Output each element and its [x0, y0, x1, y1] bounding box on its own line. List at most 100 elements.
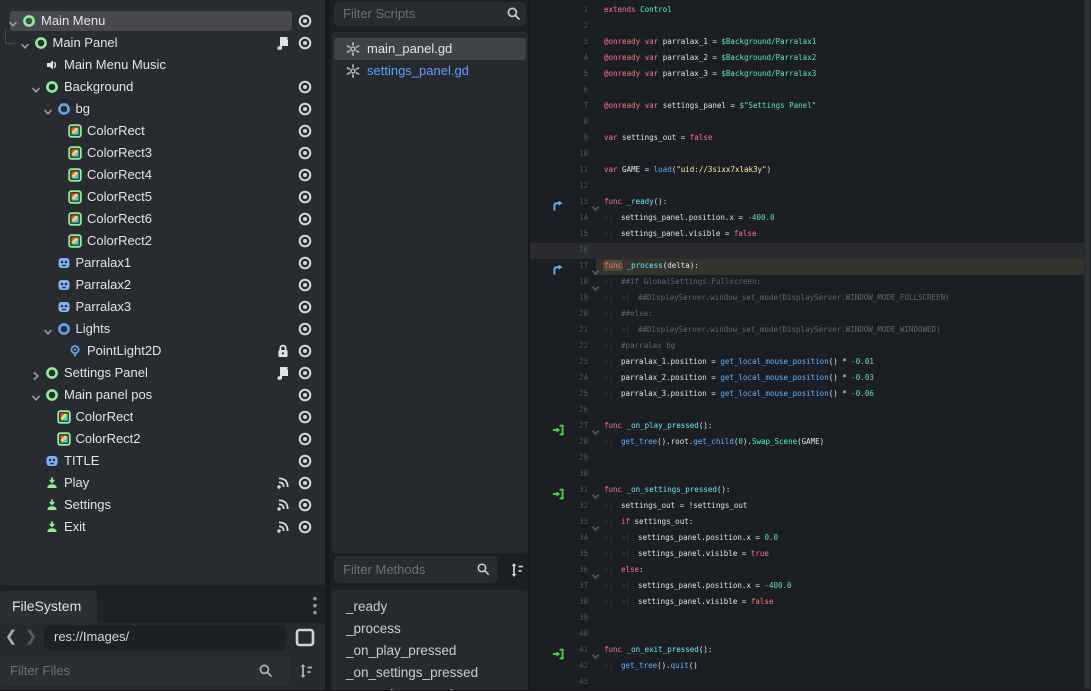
code-line-7[interactable]: 7@onready var settings_panel = $"Setting… [530, 99, 1091, 115]
code-fold-chevron-icon[interactable] [591, 486, 600, 495]
tree-collapse-chevron-icon[interactable] [43, 324, 53, 334]
code-line-22[interactable]: 22»|#parralax bg [530, 339, 1091, 355]
visibility-eye-icon[interactable] [297, 453, 313, 469]
code-line-6[interactable]: 6 [530, 83, 1091, 99]
code-line-23[interactable]: 23»|parralax_1.position = get_local_mous… [530, 355, 1091, 371]
tree-row-main-panel-pos[interactable]: Main panel pos [0, 384, 325, 406]
script-item-main_panel.gd[interactable]: main_panel.gd [334, 38, 526, 60]
filter-scripts-input[interactable]: Filter Scripts [334, 2, 526, 26]
method-item-_process[interactable]: _process [334, 618, 526, 640]
method-item-_ready[interactable]: _ready [334, 596, 526, 618]
visibility-eye-icon[interactable] [297, 189, 313, 205]
visibility-eye-icon[interactable] [297, 211, 313, 227]
tree-collapse-chevron-icon[interactable] [31, 390, 41, 400]
code-fold-chevron-icon[interactable] [591, 262, 600, 271]
code-fold-chevron-icon[interactable] [591, 278, 600, 287]
visibility-eye-icon[interactable] [297, 79, 313, 95]
tree-row-main-panel[interactable]: Main Panel [0, 32, 325, 54]
code-line-10[interactable]: 10 [530, 147, 1091, 163]
code-line-42[interactable]: 42»|get_tree().quit() [530, 659, 1091, 675]
visibility-eye-icon[interactable] [297, 431, 313, 447]
tree-row-pointlight2d[interactable]: PointLight2D [0, 340, 325, 362]
tree-row-parralax1[interactable]: Parralax1 [0, 252, 325, 274]
code-line-35[interactable]: 35»|»|settings_panel.visible = true [530, 547, 1091, 563]
filesystem-forward-button[interactable]: ❯ [22, 627, 40, 647]
code-line-31[interactable]: 31func _on_settings_pressed(): [530, 483, 1091, 499]
visibility-eye-icon[interactable] [297, 475, 313, 491]
method-item-_on_settings_pressed[interactable]: _on_settings_pressed [334, 662, 526, 684]
code-line-12[interactable]: 12 [530, 179, 1091, 195]
code-line-32[interactable]: 32»|settings_out = !settings_out [530, 499, 1091, 515]
code-line-17[interactable]: 17func _process(delta): [530, 259, 1091, 275]
code-line-19[interactable]: 19»|»|##DisplayServer.window_set_mode(Di… [530, 291, 1091, 307]
tree-row-main-menu[interactable]: Main Menu [0, 10, 325, 32]
tree-row-colorrect[interactable]: ColorRect [0, 120, 325, 142]
script-item-settings_panel.gd[interactable]: settings_panel.gd [334, 60, 526, 82]
tree-row-settings[interactable]: Settings [0, 494, 325, 516]
code-scrollbar[interactable] [1084, 0, 1091, 690]
code-line-28[interactable]: 28»|get_tree().root.get_child(0).Swap_Sc… [530, 435, 1091, 451]
filesystem-tab[interactable]: FileSystem [0, 591, 97, 623]
code-line-21[interactable]: 21»|»|##DisplayServer.window_set_mode(Di… [530, 323, 1091, 339]
filesystem-back-button[interactable]: ❮ [2, 627, 20, 647]
signal-icon[interactable] [275, 519, 291, 535]
visibility-eye-icon[interactable] [297, 255, 313, 271]
code-line-40[interactable]: 40 [530, 627, 1091, 643]
tree-collapse-chevron-icon[interactable] [20, 38, 30, 48]
visibility-eye-icon[interactable] [297, 167, 313, 183]
tree-row-exit[interactable]: Exit [0, 516, 325, 538]
visibility-eye-icon[interactable] [297, 497, 313, 513]
code-line-30[interactable]: 30 [530, 467, 1091, 483]
lock-icon[interactable] [275, 343, 291, 359]
code-editor[interactable]: 1extends Control23@onready var parralax_… [530, 0, 1091, 690]
code-line-33[interactable]: 33»|if settings_out: [530, 515, 1091, 531]
tree-collapse-chevron-icon[interactable] [43, 104, 53, 114]
code-line-5[interactable]: 5@onready var parralax_3 = $Background/P… [530, 67, 1091, 83]
filter-methods-input[interactable]: Filter Methods [334, 556, 498, 583]
visibility-eye-icon[interactable] [297, 321, 313, 337]
tree-row-colorrect2[interactable]: ColorRect2 [0, 428, 325, 450]
tree-row-play[interactable]: Play [0, 472, 325, 494]
code-fold-chevron-icon[interactable] [591, 518, 600, 527]
filesystem-split-mode-button[interactable] [293, 626, 317, 650]
tree-row-colorrect2[interactable]: ColorRect2 [0, 230, 325, 252]
code-line-24[interactable]: 24»|parralax_2.position = get_local_mous… [530, 371, 1091, 387]
tree-collapse-chevron-icon[interactable] [31, 82, 41, 92]
filesystem-sort-button[interactable] [296, 661, 318, 681]
visibility-eye-icon[interactable] [297, 409, 313, 425]
tree-row-title[interactable]: TITLE [0, 450, 325, 472]
tree-row-settings-panel[interactable]: Settings Panel [0, 362, 325, 384]
visibility-eye-icon[interactable] [297, 519, 313, 535]
methods-sort-button[interactable] [507, 560, 527, 580]
tree-row-parralax3[interactable]: Parralax3 [0, 296, 325, 318]
tree-row-colorrect3[interactable]: ColorRect3 [0, 142, 325, 164]
tree-row-bg[interactable]: bg [0, 98, 325, 120]
visibility-eye-icon[interactable] [297, 101, 313, 117]
visibility-eye-icon[interactable] [297, 13, 313, 29]
tree-collapse-chevron-icon[interactable] [8, 16, 18, 26]
visibility-eye-icon[interactable] [297, 365, 313, 381]
visibility-eye-icon[interactable] [297, 145, 313, 161]
code-line-16[interactable]: 16 [530, 243, 1091, 259]
code-line-2[interactable]: 2 [530, 19, 1091, 35]
code-line-27[interactable]: 27func _on_play_pressed(): [530, 419, 1091, 435]
code-fold-chevron-icon[interactable] [591, 646, 600, 655]
signal-icon[interactable] [275, 475, 291, 491]
code-line-18[interactable]: 18»|##if GlobalSettings.Fullscreen: [530, 275, 1091, 291]
code-line-38[interactable]: 38»|»|settings_panel.visible = false [530, 595, 1091, 611]
script-icon[interactable] [275, 365, 291, 381]
tree-expand-chevron-icon[interactable] [31, 368, 41, 378]
code-fold-chevron-icon[interactable] [591, 566, 600, 575]
code-line-34[interactable]: 34»|»|settings_panel.position.x = 0.0 [530, 531, 1091, 547]
visibility-eye-icon[interactable] [297, 233, 313, 249]
tree-row-colorrect6[interactable]: ColorRect6 [0, 208, 325, 230]
tree-row-parralax2[interactable]: Parralax2 [0, 274, 325, 296]
visibility-eye-icon[interactable] [297, 343, 313, 359]
code-line-29[interactable]: 29 [530, 451, 1091, 467]
code-line-39[interactable]: 39 [530, 611, 1091, 627]
code-line-26[interactable]: 26 [530, 403, 1091, 419]
filesystem-menu-icon[interactable]: ••• [308, 595, 322, 617]
tree-row-lights[interactable]: Lights [0, 318, 325, 340]
filesystem-path-field[interactable]: res://Images/ [44, 625, 286, 650]
scrollbar-thumb[interactable] [1085, 0, 1090, 688]
